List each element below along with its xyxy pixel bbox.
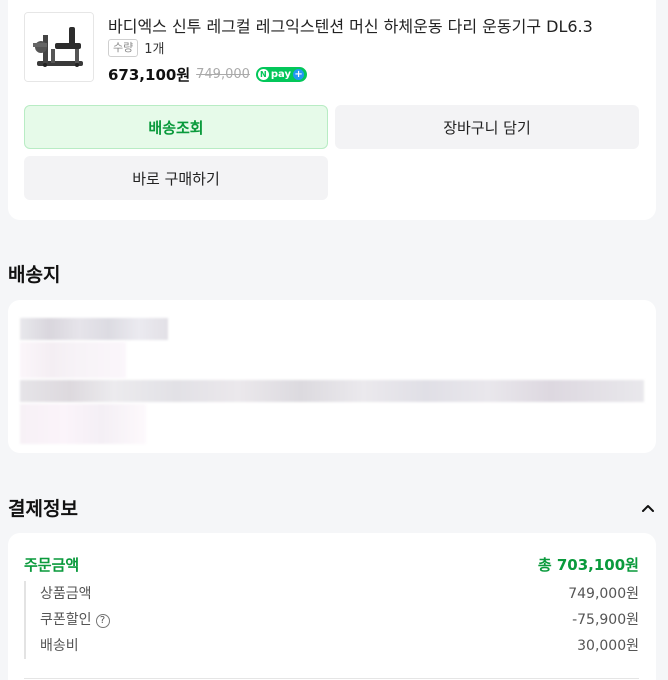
leg-machine-image xyxy=(25,13,93,81)
payment-card: 주문금액 총 703,100원 상품금액 749,000원 쿠폰할인? -75,… xyxy=(8,533,656,680)
shipping-address-card xyxy=(8,300,656,453)
breakdown-label: 배송비 xyxy=(40,638,79,654)
price-row: 673,100원 749,000 N pay + xyxy=(108,64,308,85)
quantity-chip: 수량 xyxy=(108,38,139,57)
order-amount-label: 주문금액 xyxy=(24,556,80,574)
plus-icon: + xyxy=(293,69,305,80)
breakdown-label: 상품금액 xyxy=(40,586,92,602)
shipping-section-title: 배송지 xyxy=(8,264,61,286)
npay-n-icon: N xyxy=(257,69,269,80)
breakdown-label: 쿠폰할인 xyxy=(40,612,92,628)
npay-plus-badge: N pay + xyxy=(255,67,308,82)
product-name[interactable]: 바디엑스 신투 레그컬 레그익스텐션 머신 하체운동 다리 운동기구 DL6.3 xyxy=(108,13,593,37)
track-delivery-button[interactable]: 배송조회 xyxy=(24,105,328,149)
quantity-row: 수량 1개 xyxy=(108,38,164,57)
original-price: 749,000 xyxy=(196,67,250,82)
breakdown-value: -75,900원 xyxy=(572,612,639,628)
order-amount-row: 주문금액 총 703,100원 xyxy=(24,554,639,575)
breakdown-value: 749,000원 xyxy=(568,586,639,602)
payment-section-title: 결제정보 xyxy=(8,498,78,520)
breakdown-row-coupon: 쿠폰할인? -75,900원 xyxy=(40,609,639,629)
breakdown-row-shipping: 배송비 30,000원 xyxy=(40,635,639,655)
amount-breakdown: 상품금액 749,000원 쿠폰할인? -75,900원 배송비 30,000원 xyxy=(24,581,639,659)
add-to-cart-button[interactable]: 장바구니 담기 xyxy=(335,105,639,149)
buy-now-button[interactable]: 바로 구매하기 xyxy=(24,156,328,200)
divider xyxy=(24,678,639,679)
chevron-up-icon[interactable] xyxy=(640,500,656,516)
order-amount-value: 총 703,100원 xyxy=(537,556,639,574)
help-icon[interactable]: ? xyxy=(95,614,110,628)
breakdown-row-product: 상품금액 749,000원 xyxy=(40,583,639,603)
sale-price: 673,100원 xyxy=(108,66,191,84)
product-thumbnail[interactable] xyxy=(24,12,94,82)
npay-label: pay xyxy=(270,69,292,80)
breakdown-value: 30,000원 xyxy=(577,638,639,654)
quantity-value: 1개 xyxy=(144,42,165,57)
product-card: 바디엑스 신투 레그컬 레그익스텐션 머신 하체운동 다리 운동기구 DL6.3… xyxy=(8,0,656,220)
